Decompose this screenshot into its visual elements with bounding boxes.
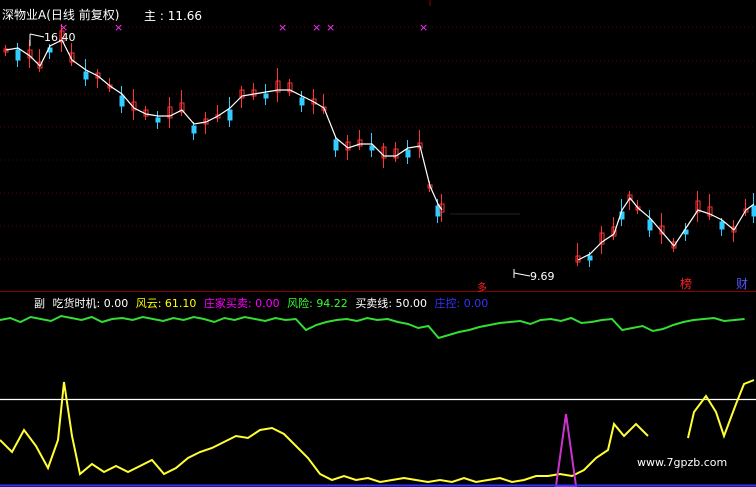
indicator-zhuangkong: 庄控: 0.00 bbox=[434, 297, 489, 310]
candle-body bbox=[299, 97, 305, 106]
bottom-label-left: 多 bbox=[477, 283, 487, 294]
high-marker bbox=[29, 33, 45, 46]
signal-marker: × bbox=[326, 21, 336, 34]
candle-body bbox=[587, 255, 593, 261]
sub-panel-header: 副 吃货时机: 0.00 风云: 61.10 庄家买卖: 0.00 风险: 94… bbox=[34, 297, 488, 311]
indicator-zhuangjia: 庄家买卖: 0.00 bbox=[203, 297, 280, 310]
sub-panel-prefix: 副 bbox=[34, 297, 45, 310]
candle-body bbox=[83, 71, 89, 80]
signal-marker: × bbox=[278, 21, 288, 34]
stock-chart[interactable] bbox=[0, 0, 756, 487]
indicator-maimaixian: 买卖线: 50.00 bbox=[355, 297, 428, 310]
indicator-chihuo: 吃货时机: 0.00 bbox=[52, 297, 129, 310]
candle-body bbox=[647, 219, 653, 231]
bottom-label-right: 财 bbox=[736, 277, 749, 291]
candle-body bbox=[227, 109, 233, 121]
signal-marker: × bbox=[312, 21, 322, 34]
indicator-fengxian: 风险: 94.22 bbox=[287, 297, 348, 310]
zhu-label: 主 : 11.66 bbox=[144, 9, 203, 23]
fengyun-line bbox=[0, 381, 649, 484]
risk-line bbox=[0, 314, 745, 340]
signal-marker: × bbox=[114, 21, 124, 34]
candle-body bbox=[119, 95, 125, 107]
watermark: www.7gpzb.com bbox=[637, 456, 728, 469]
candle-body bbox=[435, 205, 441, 217]
indicator-fengyun: 风云: 61.10 bbox=[135, 297, 197, 310]
candle-body bbox=[155, 117, 161, 123]
signal-marker: × bbox=[419, 21, 429, 34]
stock-title: 深物业A(日线 前复权) bbox=[2, 8, 120, 22]
high-price-label: 16.40 bbox=[44, 31, 76, 44]
candle-body bbox=[751, 205, 756, 217]
candle-body bbox=[369, 145, 375, 151]
candle-body bbox=[719, 221, 725, 230]
zhu-value: 11.66 bbox=[167, 9, 203, 23]
candlestick-series bbox=[3, 24, 756, 267]
candle-body bbox=[15, 49, 21, 61]
bottom-label-middle: 榜 bbox=[680, 277, 693, 291]
low-marker bbox=[513, 269, 531, 278]
moving-average-line-2 bbox=[577, 196, 755, 261]
low-price-label: 9.69 bbox=[530, 270, 555, 283]
main-grid bbox=[0, 26, 756, 260]
candle-body bbox=[191, 125, 197, 134]
candle-body bbox=[333, 139, 339, 151]
candle-body bbox=[405, 149, 411, 158]
fengyun-line-2 bbox=[687, 379, 755, 439]
candle-body bbox=[263, 93, 269, 99]
